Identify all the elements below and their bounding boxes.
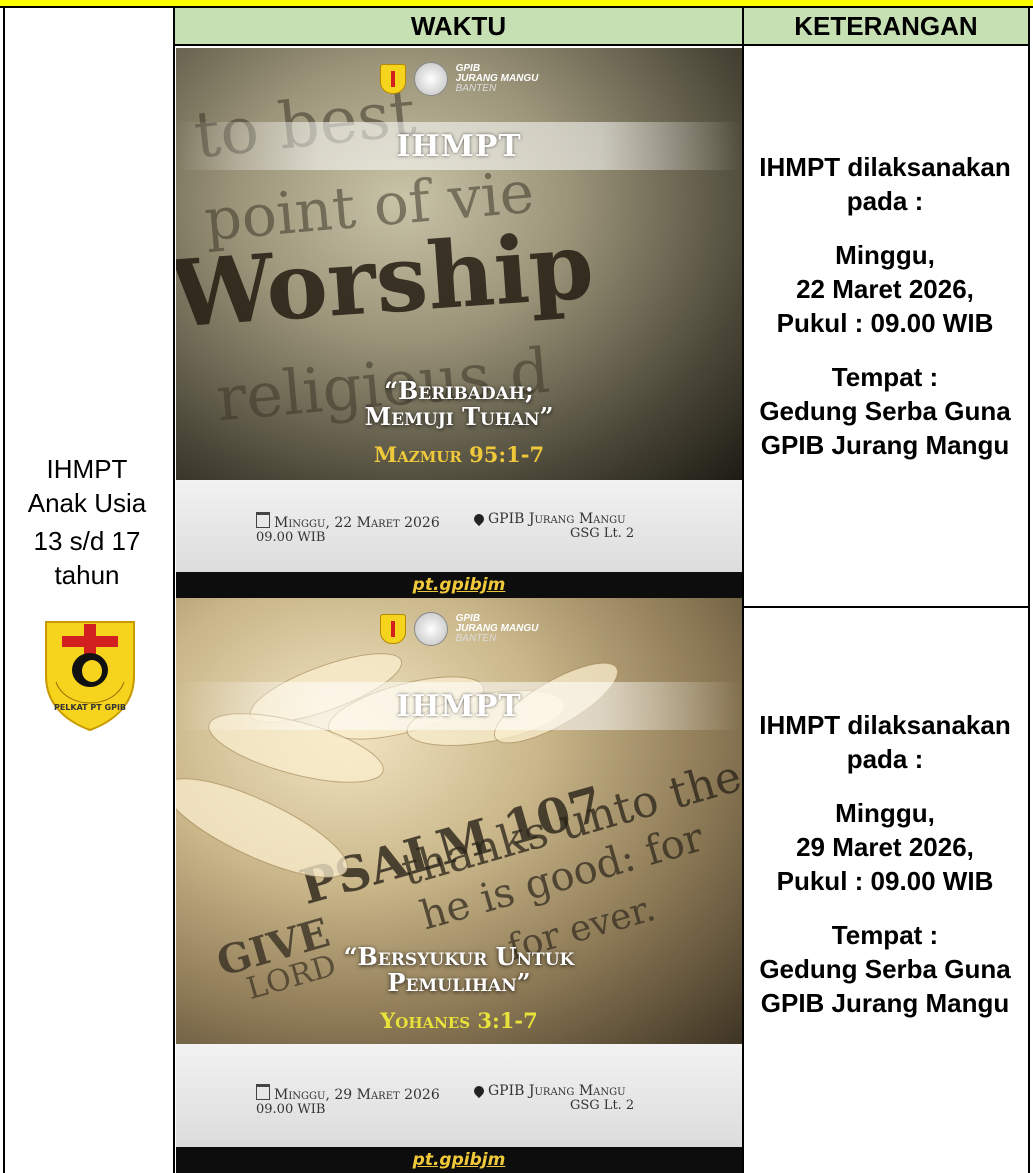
top-band [0,0,1033,8]
gpib-seal-icon [413,612,448,646]
location-pin-icon [471,1083,487,1099]
poster-theme: “Bersyukur Untuk Pemulihan” [343,942,575,997]
poster-link[interactable]: pt.gpibjm [413,575,506,595]
desc-line: Pukul : 09.00 WIB [776,866,994,896]
poster-verse: Mazmur 95:1-7 [373,442,545,467]
poster-date: Minggu, 29 Maret 2026 09.00 WIB [256,1084,440,1117]
desc-line: pada : [846,186,924,216]
poster-info: Minggu, 22 Maret 2026 09.00 WIB GPIB Jur… [176,480,742,572]
poster-banner: IHMPT [176,122,742,170]
poster-link[interactable]: pt.gpibjm [413,1150,506,1170]
org-name: GPIB JURANG MANGU BANTEN [455,613,539,644]
poster-theme: “Beribadah; Memuji Tuhan” [364,376,554,431]
desc-line: Minggu, [835,798,935,828]
category-line-2: Anak Usia [27,488,147,518]
desc-line: Minggu, [835,240,935,270]
poster-footer: pt.gpibjm [176,1147,742,1173]
desc-line: IHMPT dilaksanakan [759,710,1011,740]
desc-line: Tempat : [831,920,939,950]
poster-footer: pt.gpibjm [176,572,742,598]
pelkat-pt-emblem: PELKAT PT GPIB [45,621,135,732]
desc-line: pada : [846,744,924,774]
event-poster[interactable]: PSALM 107 thanks unto the he is good: fo… [176,598,742,1173]
desc-line: 22 Maret 2026, [796,274,974,304]
pelkat-mini-icon [379,614,406,644]
header-bottom-line [173,44,1030,46]
desc-line: 29 Maret 2026, [796,832,974,862]
poster-date: Minggu, 22 Maret 2026 09.00 WIB [256,512,440,545]
desc-line: GPIB Jurang Mangu [760,988,1010,1018]
category-line-1: IHMPT [46,454,128,484]
calendar-icon [256,512,270,528]
calendar-icon [256,1084,270,1100]
gpib-seal-icon [413,62,448,96]
row-divider [742,606,1030,608]
poster-place: GPIB Jurang Mangu GSG Lt. 2 [471,511,634,541]
desc-line: IHMPT dilaksanakan [759,152,1011,182]
table-border-left [3,6,5,1173]
poster-banner: IHMPT [176,682,742,730]
category-label: IHMPT Anak Usia 13 s/d 17 tahun [12,452,162,592]
category-line-4: tahun [54,560,120,590]
event-poster[interactable]: to best point of vie Worship religious d… [176,48,742,598]
event-description: IHMPT dilaksanakan pada : Minggu, 29 Mar… [744,708,1026,1020]
svg-text:PELKAT PT GPIB: PELKAT PT GPIB [54,703,126,712]
event-description: IHMPT dilaksanakan pada : Minggu, 22 Mar… [744,150,1026,462]
org-name: GPIB JURANG MANGU BANTEN [455,63,539,94]
desc-line: GPIB Jurang Mangu [760,430,1010,460]
desc-line: Pukul : 09.00 WIB [776,308,994,338]
category-line-3: 13 s/d 17 [33,526,141,556]
table-divider-1 [173,6,175,1173]
desc-line: Tempat : [831,362,939,392]
poster-logos: GPIB JURANG MANGU BANTEN [176,612,742,646]
desc-line: Gedung Serba Guna [759,954,1011,984]
header-waktu: WAKTU [175,8,742,44]
location-pin-icon [471,511,487,527]
pelkat-mini-icon [379,64,406,94]
poster-logos: GPIB JURANG MANGU BANTEN [176,62,742,96]
table-border-right [1028,6,1030,1173]
poster-info: Minggu, 29 Maret 2026 09.00 WIB GPIB Jur… [176,1044,742,1147]
desc-line: Gedung Serba Guna [759,396,1011,426]
header-keterangan: KETERANGAN [744,8,1028,44]
poster-verse: Yohanes 3:1-7 [380,1008,538,1033]
poster-place: GPIB Jurang Mangu GSG Lt. 2 [471,1083,634,1113]
